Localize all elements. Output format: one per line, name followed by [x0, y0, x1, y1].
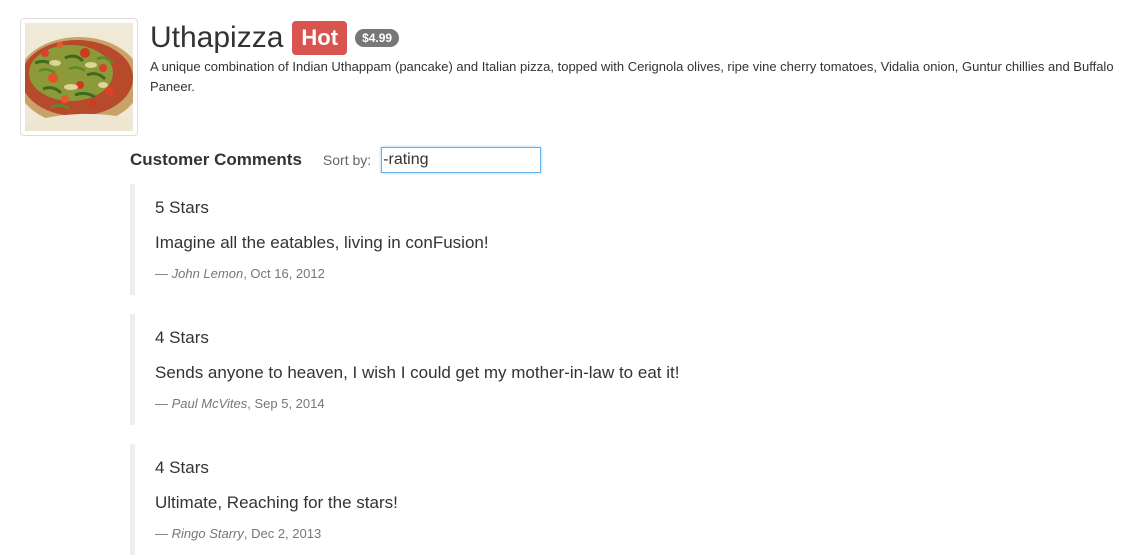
comments-title: Customer Comments	[130, 150, 302, 169]
comment-text: Ultimate, Reaching for the stars!	[155, 493, 398, 512]
comment-date: , Oct 16, 2012	[243, 266, 325, 281]
comment-text: Sends anyone to heaven, I wish I could g…	[155, 363, 680, 382]
comment-date: , Dec 2, 2013	[243, 526, 322, 541]
pizza-image	[25, 23, 133, 131]
comment-footer: — John Lemon, Oct 16, 2012	[155, 266, 325, 281]
comment-text: Imagine all the eatables, living in conF…	[155, 233, 489, 252]
comment-rating: 4 Stars	[155, 328, 209, 347]
comment-footer: — Paul McVites, Sep 5, 2014	[155, 396, 325, 411]
comment-author: Paul McVites	[171, 396, 248, 411]
dish-detail-page: Uthapizza Hot $4.99 A unique combination…	[0, 0, 1146, 559]
comment-rating: 4 Stars	[155, 458, 209, 477]
comment-date: , Sep 5, 2014	[247, 396, 325, 411]
comment-item: 4 Stars Sends anyone to heaven, I wish I…	[130, 314, 730, 425]
comment-rating: 5 Stars	[155, 198, 209, 217]
comment-dash: —	[155, 526, 168, 541]
price-badge: $4.99	[355, 29, 400, 47]
comment-dash: —	[155, 266, 168, 281]
comments-header: Customer Comments Sort by:	[130, 147, 542, 173]
comment-dash: —	[155, 396, 168, 411]
sort-label: Sort by:	[322, 152, 372, 168]
comment-item: 5 Stars Imagine all the eatables, living…	[130, 184, 730, 295]
dish-thumbnail	[20, 18, 138, 136]
dish-description: A unique combination of Indian Uthappam …	[150, 59, 1114, 94]
hot-label: Hot	[292, 21, 348, 55]
comment-author: Ringo Starry	[171, 526, 244, 541]
comment-item: 4 Stars Ultimate, Reaching for the stars…	[130, 444, 730, 555]
comment-author: John Lemon	[171, 266, 244, 281]
sort-input[interactable]	[381, 147, 542, 173]
dish-name: Uthapizza	[150, 21, 284, 54]
dish-heading: Uthapizza Hot $4.99	[150, 18, 400, 58]
comment-footer: — Ringo Starry, Dec 2, 2013	[155, 526, 321, 541]
